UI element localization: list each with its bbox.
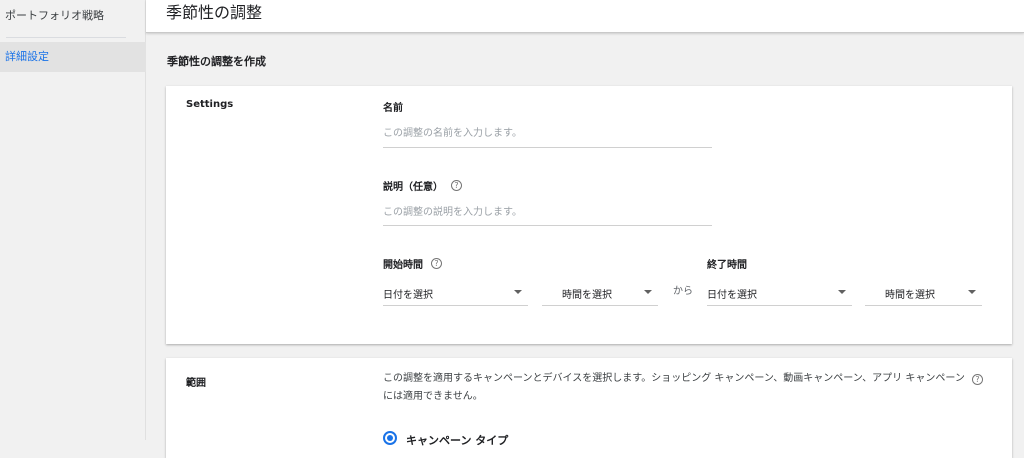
sidebar-item-advanced-settings[interactable]: 詳細設定 [0, 42, 146, 72]
scope-description: この調整を適用するキャンペーンとデバイスを選択します。ショッピング キャンペーン… [383, 373, 965, 402]
end-time-select-text: 時間を選択 [885, 290, 935, 301]
start-time-select[interactable]: 時間を選択 [542, 282, 658, 306]
start-date-select-text: 日付を選択 [383, 290, 433, 301]
sidebar-item-portfolio-strategy[interactable]: ポートフォリオ戦略 [0, 1, 146, 31]
description-label: 説明（任意） ? [383, 178, 462, 193]
end-time-select[interactable]: 時間を選択 [865, 282, 982, 306]
end-time-label: 終了時間 [707, 256, 747, 271]
help-circle-icon[interactable]: ? [451, 180, 462, 191]
name-label: 名前 [383, 99, 403, 114]
section-title: 季節性の調整を作成 [167, 55, 266, 68]
dropdown-caret-icon [514, 290, 522, 294]
campaign-type-radio[interactable] [383, 431, 397, 445]
name-input[interactable] [383, 126, 712, 148]
dropdown-caret-icon [968, 290, 976, 294]
name-label-text: 名前 [383, 103, 403, 114]
start-time-label: 開始時間 ? [383, 256, 442, 271]
scope-heading: 範囲 [186, 378, 206, 389]
help-circle-icon[interactable]: ? [972, 374, 983, 385]
start-date-select[interactable]: 日付を選択 [383, 282, 528, 306]
settings-card: Settings 名前 説明（任意） ? 開始時間 ? 日付を選択 時間を選択 … [166, 86, 1012, 344]
sidebar-divider [6, 37, 126, 38]
end-date-select-text: 日付を選択 [707, 290, 757, 301]
description-label-text: 説明（任意） [383, 182, 443, 193]
page-title: 季節性の調整 [166, 3, 263, 22]
campaign-type-radio-label: キャンペーン タイプ [406, 434, 509, 447]
end-date-select[interactable]: 日付を選択 [707, 282, 852, 306]
scope-card: 範囲 この調整を適用するキャンペーンとデバイスを選択します。ショッピング キャン… [166, 358, 1012, 458]
page-header: 季節性の調整 [146, 0, 1024, 33]
dropdown-caret-icon [644, 290, 652, 294]
help-circle-icon[interactable]: ? [431, 258, 442, 269]
end-time-label-text: 終了時間 [707, 260, 747, 271]
dropdown-caret-icon [838, 290, 846, 294]
start-time-select-text: 時間を選択 [562, 290, 612, 301]
sidebar: ポートフォリオ戦略 詳細設定 [0, 0, 146, 440]
start-time-label-text: 開始時間 [383, 260, 423, 271]
settings-heading: Settings [186, 99, 234, 110]
between-label: から [673, 286, 693, 297]
description-input[interactable] [383, 206, 712, 226]
